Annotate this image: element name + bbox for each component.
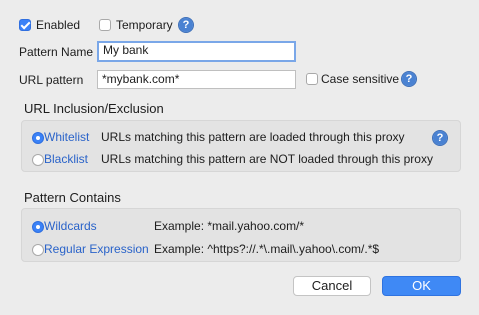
ok-button[interactable]: OK: [382, 276, 461, 296]
url-pattern-input[interactable]: *mybank.com*: [97, 70, 296, 89]
whitelist-label[interactable]: Whitelist: [44, 130, 89, 144]
contains-section-title: Pattern Contains: [24, 190, 121, 205]
wildcards-label[interactable]: Wildcards: [44, 219, 97, 233]
pattern-name-label: Pattern Name: [19, 45, 94, 59]
blacklist-radio[interactable]: [32, 154, 44, 166]
pattern-name-input[interactable]: My bank: [97, 41, 296, 62]
enabled-checkbox[interactable]: [19, 19, 31, 31]
blacklist-label[interactable]: Blacklist: [44, 152, 88, 166]
url-pattern-label: URL pattern: [19, 73, 84, 87]
regex-example: Example: ^https?://.*\.mail\.yahoo\.com/…: [154, 242, 380, 256]
regex-radio[interactable]: [32, 244, 44, 256]
temporary-checkbox[interactable]: [99, 19, 111, 31]
help-glyph: ?: [433, 131, 447, 145]
case-sensitive-checkbox[interactable]: [306, 73, 318, 85]
wildcards-radio[interactable]: [32, 221, 44, 233]
help-glyph: ?: [179, 18, 193, 32]
case-sensitive-label: Case sensitive: [321, 72, 400, 86]
blacklist-description: URLs matching this pattern are NOT loade…: [101, 152, 433, 166]
help-icon[interactable]: ?: [178, 17, 194, 33]
cancel-button[interactable]: Cancel: [293, 276, 371, 296]
inclusion-section-title: URL Inclusion/Exclusion: [24, 101, 164, 116]
temporary-label: Temporary: [116, 18, 173, 32]
help-icon[interactable]: ?: [432, 130, 448, 146]
help-glyph: ?: [402, 72, 416, 86]
enabled-label: Enabled: [36, 18, 81, 32]
regex-label[interactable]: Regular Expression: [44, 242, 149, 256]
whitelist-description: URLs matching this pattern are loaded th…: [101, 130, 405, 144]
whitelist-radio[interactable]: [32, 132, 44, 144]
wildcards-example: Example: *mail.yahoo.com/*: [154, 219, 305, 233]
help-icon[interactable]: ?: [401, 71, 417, 87]
